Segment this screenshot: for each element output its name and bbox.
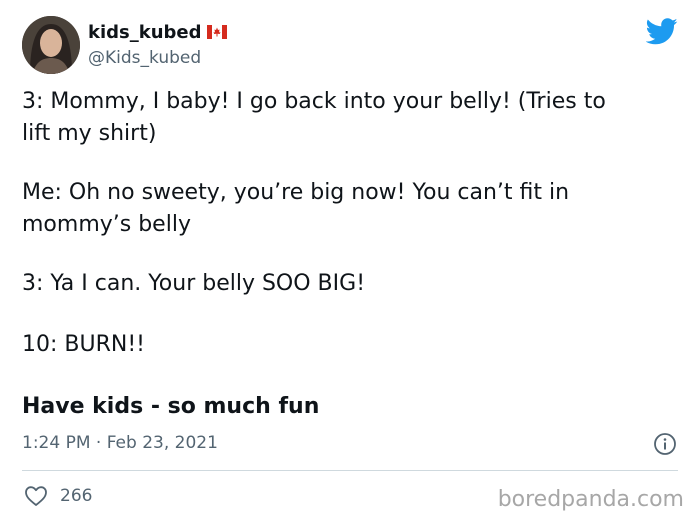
tweet-paragraph: 3: Mommy, I baby! I go back into your be… — [22, 89, 606, 146]
tweet-timestamp[interactable]: 1:24 PM · Feb 23, 2021 — [22, 432, 218, 454]
author-handle[interactable]: @Kids_kubed — [88, 48, 201, 68]
heart-icon[interactable] — [24, 485, 48, 507]
divider — [22, 470, 678, 471]
canada-flag-icon — [207, 25, 227, 39]
tweet-paragraph: 3: Ya I can. Your belly SOO BIG! — [22, 271, 366, 296]
info-icon[interactable] — [653, 432, 677, 456]
avatar[interactable] — [22, 16, 80, 74]
display-name[interactable]: kids_kubed — [88, 22, 202, 44]
tweet-paragraph: 10: BURN!! — [22, 332, 145, 357]
caption: Have kids - so much fun — [22, 394, 320, 419]
like-count: 266 — [60, 486, 93, 506]
watermark: boredpanda.com — [497, 487, 684, 512]
profile-photo — [22, 16, 80, 74]
tweet-paragraph: Me: Oh no sweety, you’re big now! You ca… — [22, 180, 570, 237]
twitter-bird-icon[interactable] — [646, 18, 678, 45]
